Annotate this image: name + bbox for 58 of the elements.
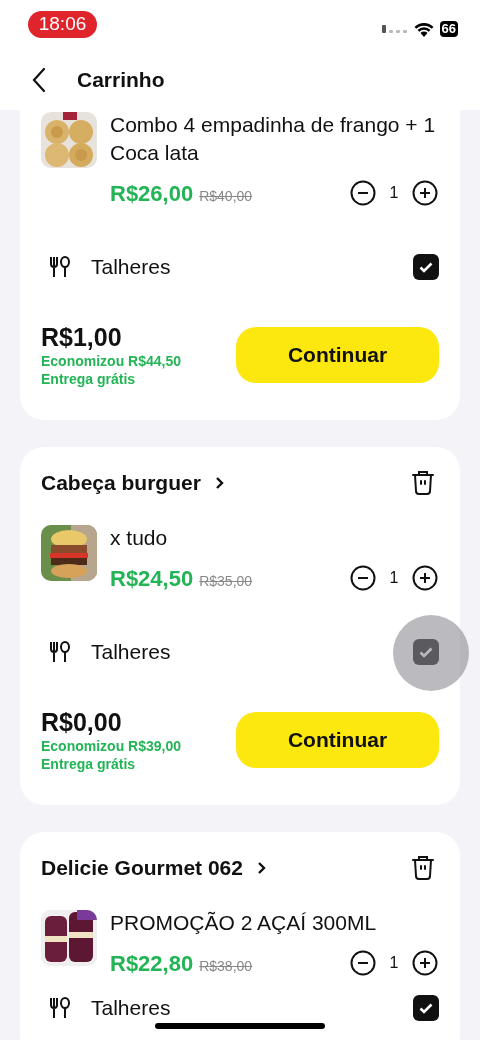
delete-button[interactable]: [411, 855, 435, 881]
decrease-button[interactable]: [350, 180, 376, 206]
plus-icon: [412, 180, 438, 206]
cutlery-label: Talheres: [91, 254, 171, 281]
plus-icon: [412, 565, 438, 591]
decrease-button[interactable]: [350, 950, 376, 976]
savings-text: Economizou R$39,00: [41, 737, 182, 755]
chevron-right-icon: [214, 476, 224, 490]
store-link[interactable]: Cabeça burguer: [41, 467, 224, 499]
total-price: R$0,00: [41, 707, 123, 737]
continue-button[interactable]: Continuar: [236, 327, 439, 383]
store-link[interactable]: Delicie Gourmet 062: [41, 852, 266, 884]
original-price: R$38,00: [199, 956, 253, 976]
wifi-icon: [413, 21, 434, 37]
cutlery-label: Talheres: [91, 995, 171, 1022]
cutlery-icon: [49, 641, 71, 663]
product-price: R$26,00: [110, 179, 194, 208]
trash-icon: [411, 855, 435, 881]
cutlery-icon: [49, 997, 71, 1019]
increase-button[interactable]: [412, 180, 438, 206]
plus-icon: [412, 950, 438, 976]
cutlery-icon: [49, 256, 71, 278]
increase-button[interactable]: [412, 950, 438, 976]
battery-level: 66: [439, 21, 458, 37]
original-price: R$35,00: [199, 571, 253, 591]
minus-icon: [350, 950, 376, 976]
cutlery-label: Talheres: [91, 639, 171, 666]
product-name: PROMOÇÃO 2 AÇAÍ 300ML: [110, 910, 378, 936]
minus-icon: [350, 180, 376, 206]
original-price: R$40,00: [199, 186, 253, 206]
minus-icon: [350, 565, 376, 591]
checkbox[interactable]: [413, 995, 439, 1021]
total-price: R$1,00: [41, 322, 123, 352]
savings-text: Economizou R$44,50: [41, 352, 182, 370]
quantity: 1: [388, 568, 400, 588]
product-name: x tudo: [110, 525, 169, 551]
page-title: Carrinho: [77, 67, 165, 94]
chevron-right-icon: [256, 861, 266, 875]
check-icon: [419, 261, 433, 273]
quantity: 1: [388, 953, 400, 973]
product-price: R$24,50: [110, 564, 194, 593]
delivery-text: Entrega grátis: [41, 370, 137, 388]
continue-button[interactable]: Continuar: [236, 712, 439, 768]
checkbox[interactable]: [413, 254, 439, 280]
delivery-text: Entrega grátis: [41, 755, 137, 773]
check-icon: [419, 1002, 433, 1014]
product-name: Combo 4 empadinha de frango + 1 Coca lata: [110, 112, 437, 166]
back-icon: [32, 67, 46, 93]
decrease-button[interactable]: [350, 565, 376, 591]
delete-button[interactable]: [411, 470, 435, 496]
status-time: 18:06: [28, 10, 97, 38]
signal-icon: [381, 25, 408, 33]
trash-icon: [411, 470, 435, 496]
product-price: R$22,80: [110, 949, 194, 978]
quantity: 1: [388, 183, 400, 203]
increase-button[interactable]: [412, 565, 438, 591]
check-icon: [419, 646, 433, 658]
checkbox[interactable]: [413, 639, 439, 665]
